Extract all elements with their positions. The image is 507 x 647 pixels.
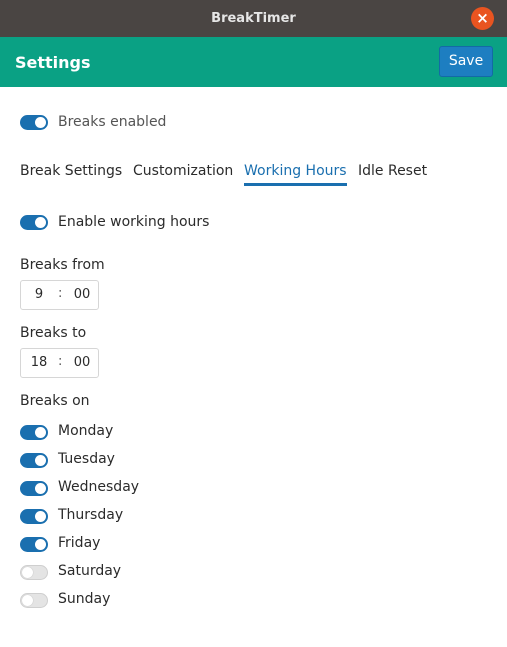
sunday-label: Sunday [58,591,111,607]
breaks-from-label: Breaks from [20,257,105,273]
breaks-enabled-toggle[interactable] [20,115,48,130]
time-separator: : [58,286,63,301]
wednesday-label: Wednesday [58,479,140,495]
header-bar: Settings Save [0,37,507,87]
breaks-enabled-label: Breaks enabled [58,114,167,130]
tuesday-label: Tuesday [58,451,115,467]
breaks-on-label: Breaks on [20,393,90,409]
enable-working-hours-toggle[interactable] [20,215,48,230]
enable-working-hours-label: Enable working hours [58,214,210,230]
sunday-toggle[interactable] [20,593,48,608]
breaks-to-hours-input[interactable]: 18 [21,355,57,370]
monday-label: Monday [58,423,114,439]
time-separator: : [58,354,63,369]
friday-label: Friday [58,535,101,551]
saturday-toggle[interactable] [20,565,48,580]
tuesday-toggle[interactable] [20,453,48,468]
breaks-from-time-field: 9 : 00 [20,280,99,310]
breaks-to-minutes-input[interactable]: 00 [67,355,97,370]
tab-customization[interactable]: Customization [133,163,233,183]
breaks-from-minutes-input[interactable]: 00 [67,287,97,302]
title-bar: BreakTimer × [0,0,507,37]
close-icon[interactable]: × [471,7,494,30]
tab-working-hours[interactable]: Working Hours [244,163,347,186]
page-title: Settings [15,52,91,72]
save-button[interactable]: Save [439,46,493,77]
thursday-label: Thursday [58,507,124,523]
breaks-to-time-field: 18 : 00 [20,348,99,378]
wednesday-toggle[interactable] [20,481,48,496]
saturday-label: Saturday [58,563,122,579]
tab-break-settings[interactable]: Break Settings [20,163,122,183]
monday-toggle[interactable] [20,425,48,440]
friday-toggle[interactable] [20,537,48,552]
breaks-to-label: Breaks to [20,325,87,341]
thursday-toggle[interactable] [20,509,48,524]
window-title: BreakTimer [211,11,296,26]
tab-idle-reset[interactable]: Idle Reset [358,163,427,183]
breaks-from-hours-input[interactable]: 9 [21,287,57,302]
